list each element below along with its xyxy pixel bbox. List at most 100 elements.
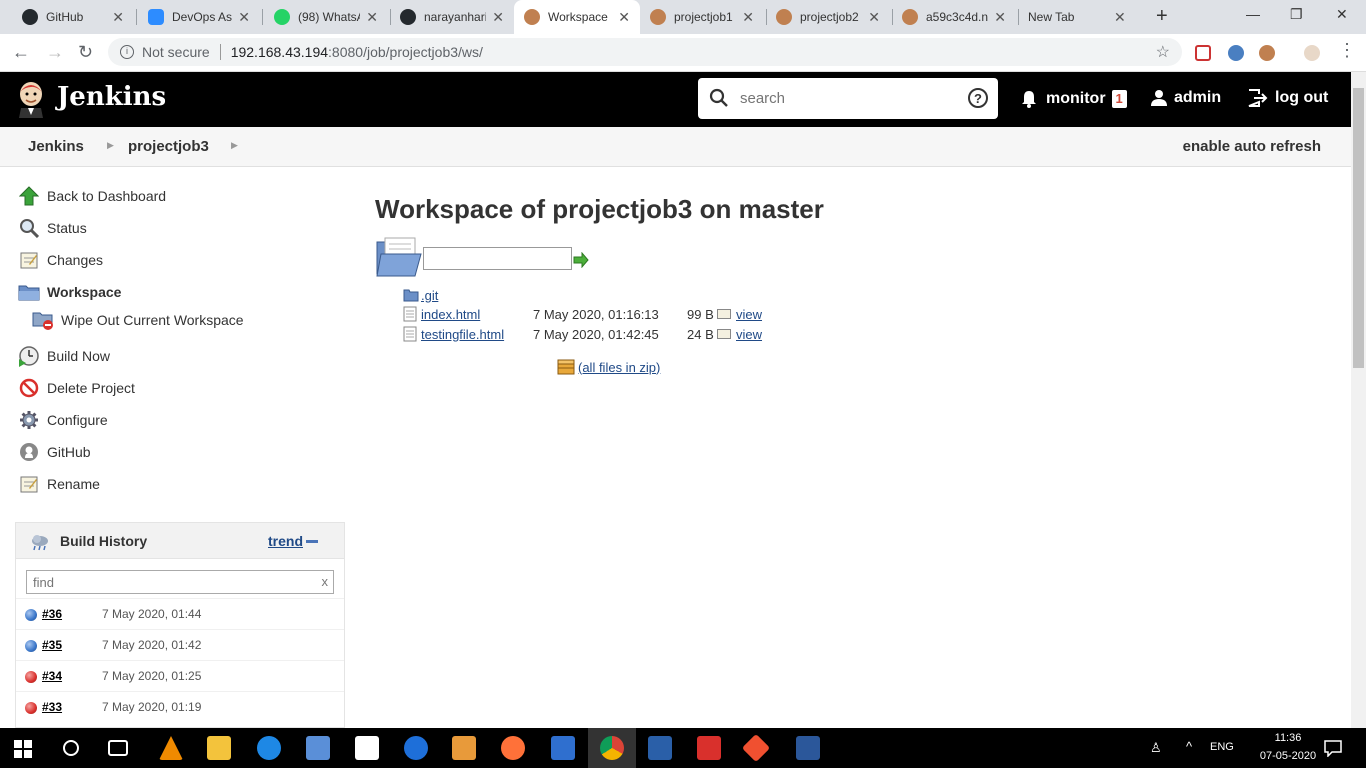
clear-filter-icon[interactable]: x [322, 574, 329, 589]
profile-avatar[interactable] [1304, 45, 1320, 61]
search-input[interactable] [740, 86, 950, 110]
page-scrollbar[interactable] [1351, 72, 1366, 728]
tab-close-icon[interactable]: ✕ [868, 9, 880, 26]
help-icon[interactable]: ? [968, 88, 988, 108]
tab-close-icon[interactable]: ✕ [238, 9, 250, 26]
chevron-right-icon[interactable]: ▶ [231, 140, 238, 151]
clock-time[interactable]: 11:36 [1258, 732, 1318, 744]
build-number-link[interactable]: #34 [42, 669, 62, 683]
task-view-icon[interactable] [108, 740, 128, 756]
logout-link[interactable]: log out [1247, 89, 1328, 107]
people-icon[interactable]: ♙ [1150, 740, 1162, 756]
build-number-link[interactable]: #36 [42, 607, 62, 621]
language-indicator[interactable]: ENG [1210, 741, 1234, 753]
clock-date[interactable]: 07-05-2020 [1250, 750, 1326, 762]
build-filter-input[interactable] [27, 571, 307, 593]
build-number-link[interactable]: #35 [42, 638, 62, 652]
browser-tab[interactable]: a59c3c4d.n ✕ [892, 0, 1016, 34]
virtualbox-icon[interactable] [648, 736, 672, 760]
restore-icon[interactable]: ❐ [1290, 6, 1303, 23]
zip-label[interactable]: (all files in zip) [578, 360, 660, 375]
build-date: 7 May 2020, 01:44 [102, 607, 202, 621]
windows-start-icon[interactable] [14, 740, 32, 758]
extension-pocket-icon[interactable] [1195, 45, 1211, 61]
view-label[interactable]: view [736, 307, 762, 322]
file-link[interactable]: .git [421, 288, 438, 303]
computer-app-icon[interactable] [306, 736, 330, 760]
browser-tab[interactable]: narayanhari ✕ [390, 0, 514, 34]
vlc-icon[interactable] [159, 736, 183, 760]
tab-close-icon[interactable]: ✕ [112, 9, 124, 26]
new-tab-icon[interactable]: + [1156, 5, 1168, 28]
user-link[interactable]: admin [1150, 89, 1221, 107]
trend-link[interactable]: trend [268, 533, 303, 549]
task-back-to-dashboard[interactable]: Back to Dashboard [18, 183, 166, 209]
extension-jenkins-icon[interactable] [1259, 45, 1275, 61]
git-icon[interactable] [741, 733, 771, 763]
task-delete-project[interactable]: Delete Project [18, 375, 135, 401]
chevron-right-icon[interactable]: ▶ [107, 140, 114, 151]
browser-tab-active[interactable]: Workspace ✕ [514, 0, 640, 34]
file-link[interactable]: testingfile.html [421, 327, 504, 342]
build-number-link[interactable]: #33 [42, 700, 62, 714]
workspace-path-input[interactable] [423, 247, 572, 270]
mail-icon[interactable] [551, 736, 575, 760]
enable-auto-refresh-link[interactable]: enable auto refresh [1183, 138, 1321, 155]
tab-close-icon[interactable]: ✕ [742, 9, 754, 26]
monitor-link[interactable]: monitor 1 [1020, 89, 1127, 109]
task-github[interactable]: GitHub [18, 439, 91, 465]
address-bar[interactable]: i Not secure 192.168.43.194 :8080/job/pr… [108, 38, 1182, 66]
forward-icon[interactable]: → [46, 42, 64, 63]
tab-close-icon[interactable]: ✕ [492, 9, 504, 26]
cortana-search-icon[interactable] [62, 739, 80, 757]
browser-tab[interactable]: (98) WhatsA ✕ [264, 0, 388, 34]
task-wipe-out-workspace[interactable]: Wipe Out Current Workspace [32, 307, 244, 333]
browser-tab[interactable]: projectjob2 ✕ [766, 0, 890, 34]
task-build-now[interactable]: Build Now [18, 343, 110, 369]
download-zip-link[interactable]: (all files in zip) [557, 359, 660, 375]
browser-tab[interactable]: New Tab ✕ [1018, 0, 1144, 34]
tab-close-icon[interactable]: ✕ [1114, 9, 1126, 26]
task-changes[interactable]: Changes [18, 247, 103, 273]
chrome-icon[interactable] [600, 736, 624, 760]
store-icon[interactable] [355, 736, 379, 760]
view-link[interactable]: view [717, 307, 762, 322]
back-icon[interactable]: ← [12, 42, 30, 63]
extension-globe-icon[interactable] [1228, 45, 1244, 61]
minimize-icon[interactable]: — [1246, 6, 1260, 22]
word-icon[interactable] [796, 736, 820, 760]
browser-tab[interactable]: GitHub ✕ [12, 0, 134, 34]
task-rename[interactable]: Rename [18, 471, 100, 497]
notification-icon[interactable] [1324, 739, 1342, 757]
file-explorer-icon[interactable] [207, 736, 231, 760]
file-link[interactable]: index.html [421, 307, 480, 322]
view-link[interactable]: view [717, 327, 762, 342]
browser-tab[interactable]: projectjob1 ✕ [640, 0, 764, 34]
browser-app-icon[interactable] [257, 736, 281, 760]
tab-close-icon[interactable]: ✕ [618, 9, 630, 26]
reload-icon[interactable]: ↻ [78, 42, 93, 63]
tab-close-icon[interactable]: ✕ [994, 9, 1006, 26]
scrollbar-thumb[interactable] [1353, 88, 1364, 368]
media-player-icon[interactable] [452, 736, 476, 760]
jenkins-title[interactable]: Jenkins [57, 82, 166, 112]
tab-close-icon[interactable]: ✕ [366, 9, 378, 26]
info-icon[interactable]: i [120, 45, 134, 59]
browser-tab[interactable]: DevOps Ass ✕ [138, 0, 260, 34]
browser-menu-icon[interactable]: ⋮ [1338, 40, 1356, 61]
jenkins-logo-icon[interactable] [16, 80, 46, 118]
edge-icon[interactable] [404, 736, 428, 760]
go-arrow-icon[interactable] [573, 252, 589, 268]
task-status[interactable]: Status [18, 215, 87, 241]
firefox-icon[interactable] [501, 736, 525, 760]
breadcrumb-jenkins[interactable]: Jenkins [28, 138, 84, 155]
window-close-icon[interactable]: ✕ [1336, 6, 1348, 23]
redhat-icon[interactable] [697, 736, 721, 760]
task-workspace[interactable]: Workspace [18, 279, 121, 305]
chevron-up-icon[interactable]: ^ [1186, 739, 1192, 754]
bookmark-star-icon[interactable]: ☆ [1156, 42, 1170, 62]
task-configure[interactable]: Configure [18, 407, 108, 433]
view-label[interactable]: view [736, 327, 762, 342]
trend-collapse-icon[interactable] [306, 540, 318, 543]
breadcrumb-projectjob3[interactable]: projectjob3 [128, 138, 209, 155]
